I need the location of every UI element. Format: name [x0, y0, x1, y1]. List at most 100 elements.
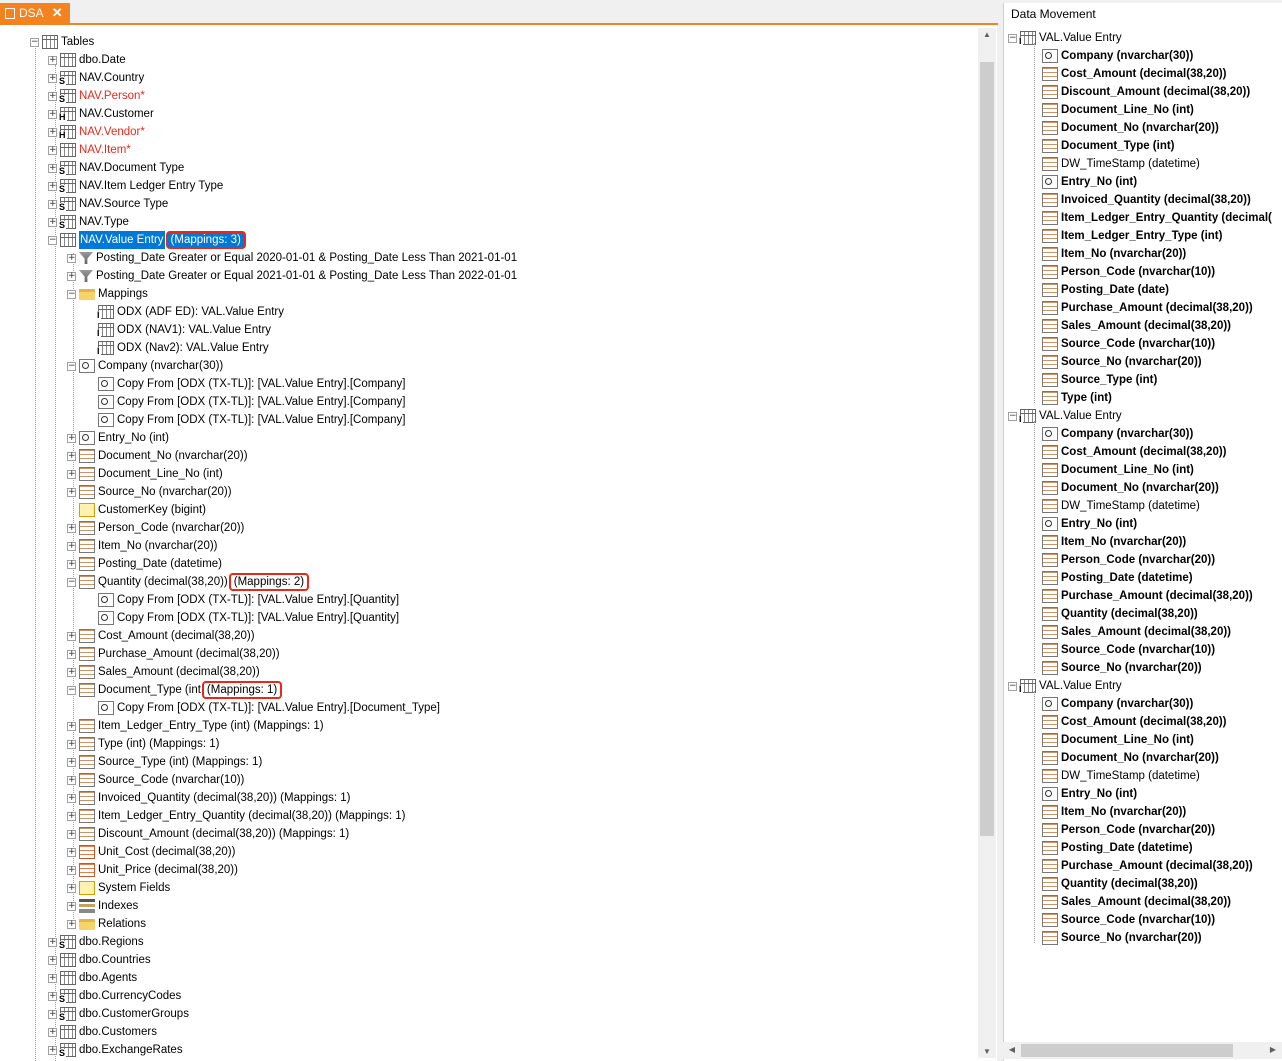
source-table-node[interactable]: − I VAL.Value Entry: [1008, 677, 1122, 695]
table-node[interactable]: + S NAV.Person*: [48, 87, 145, 105]
expand-toggle-icon[interactable]: +: [67, 523, 76, 533]
table-node[interactable]: + Sdbo.CurrencyCodes: [48, 987, 181, 1005]
field-node[interactable]: Item_No (nvarchar(20)): [1030, 803, 1186, 821]
expand-toggle-icon[interactable]: −: [30, 37, 39, 47]
column-node[interactable]: + Purchase_Amount (decimal(38,20)): [67, 645, 280, 663]
expand-toggle-icon[interactable]: −: [67, 361, 76, 371]
field-node[interactable]: Source_No (nvarchar(20)): [1030, 353, 1202, 371]
table-node[interactable]: + S NAV.Document Type: [48, 159, 184, 177]
field-node[interactable]: Cost_Amount (decimal(38,20)): [1030, 443, 1227, 461]
expand-toggle-icon[interactable]: +: [67, 829, 76, 839]
field-node[interactable]: Quantity (decimal(38,20)): [1030, 875, 1198, 893]
field-node[interactable]: Invoiced_Quantity (decimal(38,20)): [1030, 191, 1251, 209]
field-node[interactable]: Entry_No (int): [1030, 785, 1137, 803]
expand-toggle-icon[interactable]: +: [48, 127, 57, 137]
column-node[interactable]: − Company (nvarchar(30)): [67, 357, 223, 375]
table-node[interactable]: + Sdbo.ExchangeRates: [48, 1041, 183, 1059]
expand-toggle-icon[interactable]: +: [67, 253, 76, 263]
table-node[interactable]: + dbo.Customers: [48, 1023, 157, 1041]
field-node[interactable]: Discount_Amount (decimal(38,20)): [1030, 83, 1250, 101]
field-node[interactable]: Source_Type (int): [1030, 371, 1157, 389]
mapping-node[interactable]: Copy From [ODX (TX-TL)]: [VAL.Value Entr…: [86, 393, 405, 411]
table-node[interactable]: + dbo.Agents: [48, 969, 137, 987]
column-node[interactable]: + Unit_Price (decimal(38,20)): [67, 861, 238, 879]
column-node[interactable]: + Item_No (nvarchar(20)): [67, 537, 218, 555]
expand-toggle-icon[interactable]: +: [67, 487, 76, 497]
expand-toggle-icon[interactable]: +: [48, 181, 57, 191]
expand-toggle-icon[interactable]: −: [67, 685, 76, 695]
mapping-node[interactable]: I ODX (Nav2): VAL.Value Entry: [86, 339, 269, 357]
field-node[interactable]: Quantity (decimal(38,20)): [1030, 605, 1198, 623]
expand-toggle-icon[interactable]: +: [67, 757, 76, 767]
expand-toggle-icon[interactable]: +: [48, 199, 57, 209]
scroll-down-arrow-icon[interactable]: ▼: [978, 1047, 996, 1056]
expand-toggle-icon[interactable]: +: [67, 847, 76, 857]
expand-toggle-icon[interactable]: −: [67, 577, 76, 587]
table-node[interactable]: + S NAV.Item Ledger Entry Type: [48, 177, 223, 195]
mapping-node[interactable]: Copy From [ODX (TX-TL)]: [VAL.Value Entr…: [86, 609, 399, 627]
column-node[interactable]: + Item_Ledger_Entry_Quantity (decimal(38,…: [67, 807, 405, 825]
expand-toggle-icon[interactable]: +: [48, 145, 57, 155]
field-node[interactable]: Posting_Date (date): [1030, 281, 1169, 299]
expand-toggle-icon[interactable]: +: [67, 901, 76, 911]
table-node[interactable]: + S NAV.Type: [48, 213, 129, 231]
field-node[interactable]: Document_Type (int): [1030, 137, 1175, 155]
expand-toggle-icon[interactable]: +: [67, 775, 76, 785]
table-node[interactable]: + NAV.Item*: [48, 141, 131, 159]
mapping-node[interactable]: I ODX (ADF ED): VAL.Value Entry: [86, 303, 284, 321]
field-node[interactable]: Sales_Amount (decimal(38,20)): [1030, 893, 1231, 911]
expand-toggle-icon[interactable]: +: [67, 811, 76, 821]
field-node[interactable]: Source_Code (nvarchar(10)): [1030, 911, 1215, 929]
scroll-right-arrow-icon[interactable]: ▶: [1264, 1045, 1282, 1054]
field-node[interactable]: Item_Ledger_Entry_Quantity (decimal(: [1030, 209, 1272, 227]
column-node[interactable]: + Source_Code (nvarchar(10)): [67, 771, 244, 789]
field-node[interactable]: Source_Code (nvarchar(10)): [1030, 641, 1215, 659]
mapping-node[interactable]: Copy From [ODX (TX-TL)]: [VAL.Value Entr…: [86, 375, 405, 393]
column-node[interactable]: + Type (int) (Mappings: 1): [67, 735, 219, 753]
column-node[interactable]: + Posting_Date (datetime): [67, 555, 222, 573]
expand-toggle-icon[interactable]: +: [48, 91, 57, 101]
expand-toggle-icon[interactable]: +: [48, 937, 57, 947]
field-node[interactable]: Purchase_Amount (decimal(38,20)): [1030, 299, 1253, 317]
expand-toggle-icon[interactable]: +: [48, 163, 57, 173]
column-node[interactable]: + Document_Line_No (int): [67, 465, 223, 483]
column-node[interactable]: + Item_Ledger_Entry_Type (int) (Mappings:…: [67, 717, 324, 735]
field-node[interactable]: DW_TimeStamp (datetime): [1030, 767, 1200, 785]
field-node[interactable]: Sales_Amount (decimal(38,20)): [1030, 623, 1231, 641]
vertical-scrollbar[interactable]: ▲ ▼: [978, 28, 996, 1058]
tab-dsa[interactable]: DSA ✕: [0, 3, 70, 23]
field-node[interactable]: Person_Code (nvarchar(20)): [1030, 821, 1215, 839]
column-node[interactable]: + Posting_Date Greater or Equal 2020-01-0…: [67, 249, 517, 267]
column-node[interactable]: + Unit_Cost (decimal(38,20)): [67, 843, 235, 861]
field-node[interactable]: Document_No (nvarchar(20)): [1030, 749, 1219, 767]
field-node[interactable]: Purchase_Amount (decimal(38,20)): [1030, 857, 1253, 875]
field-node[interactable]: Entry_No (int): [1030, 173, 1137, 191]
column-node[interactable]: + Source_Type (int) (Mappings: 1): [67, 753, 262, 771]
expand-toggle-icon[interactable]: +: [48, 955, 57, 965]
scrollbar-thumb[interactable]: [980, 62, 994, 836]
field-node[interactable]: DW_TimeStamp (datetime): [1030, 497, 1200, 515]
expand-toggle-icon[interactable]: +: [67, 919, 76, 929]
mapping-node[interactable]: Copy From [ODX (TX-TL)]: [VAL.Value Entr…: [86, 591, 399, 609]
field-node[interactable]: Source_Code (nvarchar(10)): [1030, 335, 1215, 353]
field-node[interactable]: Document_No (nvarchar(20)): [1030, 479, 1219, 497]
expand-toggle-icon[interactable]: +: [67, 631, 76, 641]
column-node[interactable]: + System Fields: [67, 879, 170, 897]
field-node[interactable]: Type (int): [1030, 389, 1112, 407]
expand-toggle-icon[interactable]: +: [48, 55, 57, 65]
expand-toggle-icon[interactable]: +: [67, 739, 76, 749]
scrollbar-thumb[interactable]: [1021, 1044, 1233, 1057]
column-node[interactable]: − Quantity (decimal(38,20)) (Mappings: 2): [67, 573, 310, 591]
expand-toggle-icon[interactable]: +: [67, 793, 76, 803]
field-node[interactable]: Item_No (nvarchar(20)): [1030, 533, 1186, 551]
expand-toggle-icon[interactable]: +: [48, 217, 57, 227]
field-node[interactable]: Cost_Amount (decimal(38,20)): [1030, 713, 1227, 731]
table-node[interactable]: + S NAV.Country: [48, 69, 144, 87]
source-table-node[interactable]: − I VAL.Value Entry: [1008, 407, 1122, 425]
table-node[interactable]: + Sdbo.CustomerGroups: [48, 1005, 189, 1023]
expand-toggle-icon[interactable]: +: [48, 73, 57, 83]
expand-toggle-icon[interactable]: −: [1008, 33, 1017, 43]
expand-toggle-icon[interactable]: +: [67, 271, 76, 281]
expand-toggle-icon[interactable]: +: [67, 433, 76, 443]
column-node[interactable]: + Sales_Amount (decimal(38,20)): [67, 663, 260, 681]
